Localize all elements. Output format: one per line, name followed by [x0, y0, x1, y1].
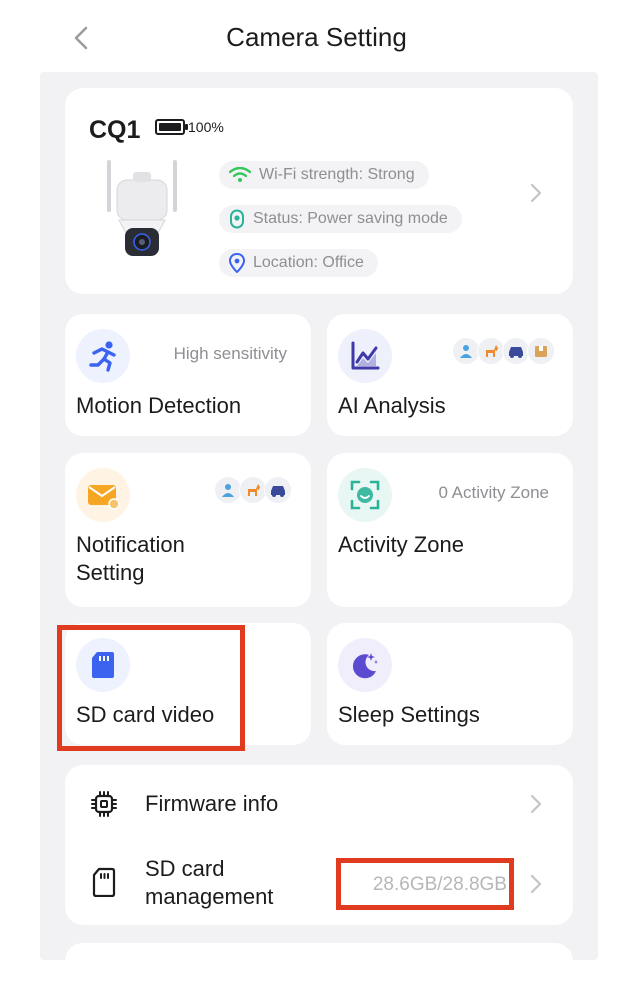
- notification-label: Notification Setting: [76, 531, 185, 587]
- motion-sensitivity-value: High sensitivity: [173, 344, 287, 363]
- face-scan-icon: [350, 480, 380, 510]
- header: Camera Setting: [0, 0, 633, 72]
- ai-analysis-tile[interactable]: AI Analysis: [327, 314, 573, 436]
- notification-label-line2: Setting: [76, 560, 145, 585]
- notification-badges: [214, 476, 292, 504]
- pet-icon: [239, 476, 267, 504]
- status-text: Status: Power saving mode: [253, 210, 448, 227]
- sd-card-icon: [92, 652, 114, 678]
- chip-icon: [91, 791, 117, 817]
- sleep-settings-label: Sleep Settings: [338, 702, 480, 727]
- package-icon: [527, 337, 555, 365]
- sd-management-line2: management: [145, 884, 274, 909]
- zone-icon-circle: [338, 468, 392, 522]
- motion-detection-label: Motion Detection: [76, 393, 242, 418]
- person-icon: [214, 476, 242, 504]
- next-section-card: [65, 943, 573, 981]
- vehicle-icon: [502, 337, 530, 365]
- running-person-icon: [89, 341, 116, 372]
- camera-image: [107, 160, 177, 256]
- activity-zone-tile[interactable]: 0 Activity Zone Activity Zone: [327, 453, 573, 607]
- chevron-right-icon: [530, 183, 542, 203]
- ai-icon-circle: [338, 329, 392, 383]
- sd-card-management-row[interactable]: SD card management 28.6GB/28.8GB: [65, 847, 573, 925]
- sd-card-management-label: SD card management: [145, 855, 273, 911]
- wifi-strength-text: Wi-Fi strength: Strong: [259, 166, 415, 183]
- page-title: Camera Setting: [226, 22, 407, 52]
- sleep-settings-tile[interactable]: Sleep Settings: [327, 623, 573, 745]
- sd-card-video-tile[interactable]: SD card video: [65, 623, 311, 745]
- pet-icon: [477, 337, 505, 365]
- chevron-right-icon: [530, 794, 542, 814]
- sd-management-line1: SD card: [145, 856, 225, 881]
- chevron-right-icon: [530, 874, 542, 894]
- motion-detection-tile[interactable]: High sensitivity Motion Detection: [65, 314, 311, 436]
- status-icon: [230, 209, 244, 229]
- firmware-info-label: Firmware info: [145, 791, 279, 816]
- notification-setting-tile[interactable]: Notification Setting: [65, 453, 311, 607]
- camera-status: Status: Power saving mode: [219, 205, 462, 233]
- sd-icon-circle: [76, 638, 130, 692]
- sd-card-video-label: SD card video: [76, 702, 215, 727]
- activity-zone-label: Activity Zone: [338, 532, 464, 557]
- sd-card-outline-icon: [92, 867, 116, 897]
- device-info-list: Firmware info SD card management 28.6GB/…: [65, 765, 573, 925]
- wifi-strength: Wi-Fi strength: Strong: [219, 161, 429, 189]
- moon-icon: [352, 653, 378, 679]
- vehicle-icon: [264, 476, 292, 504]
- camera-location: Location: Office: [219, 249, 378, 277]
- firmware-info-row[interactable]: Firmware info: [65, 765, 573, 843]
- person-icon: [452, 337, 480, 365]
- motion-icon-circle: [76, 329, 130, 383]
- activity-zone-count: 0 Activity Zone: [438, 483, 549, 502]
- battery-icon: [155, 119, 188, 135]
- camera-info-card[interactable]: CQ1 100% Wi-Fi strength: Strong Status: …: [65, 88, 573, 294]
- location-pin-icon: [229, 253, 245, 273]
- wifi-icon: [229, 167, 251, 182]
- ai-analysis-label: AI Analysis: [338, 393, 446, 418]
- sd-card-storage-value: 28.6GB/28.8GB: [372, 874, 507, 895]
- notification-icon-circle: [76, 468, 130, 522]
- chart-icon: [351, 341, 380, 370]
- battery-percent: 100%: [188, 119, 224, 135]
- ai-badges: [452, 337, 555, 365]
- notification-label-line1: Notification: [76, 532, 185, 557]
- sleep-icon-circle: [338, 638, 392, 692]
- location-text: Location: Office: [253, 254, 364, 271]
- mail-icon: [88, 485, 120, 510]
- camera-name: CQ1: [89, 116, 141, 144]
